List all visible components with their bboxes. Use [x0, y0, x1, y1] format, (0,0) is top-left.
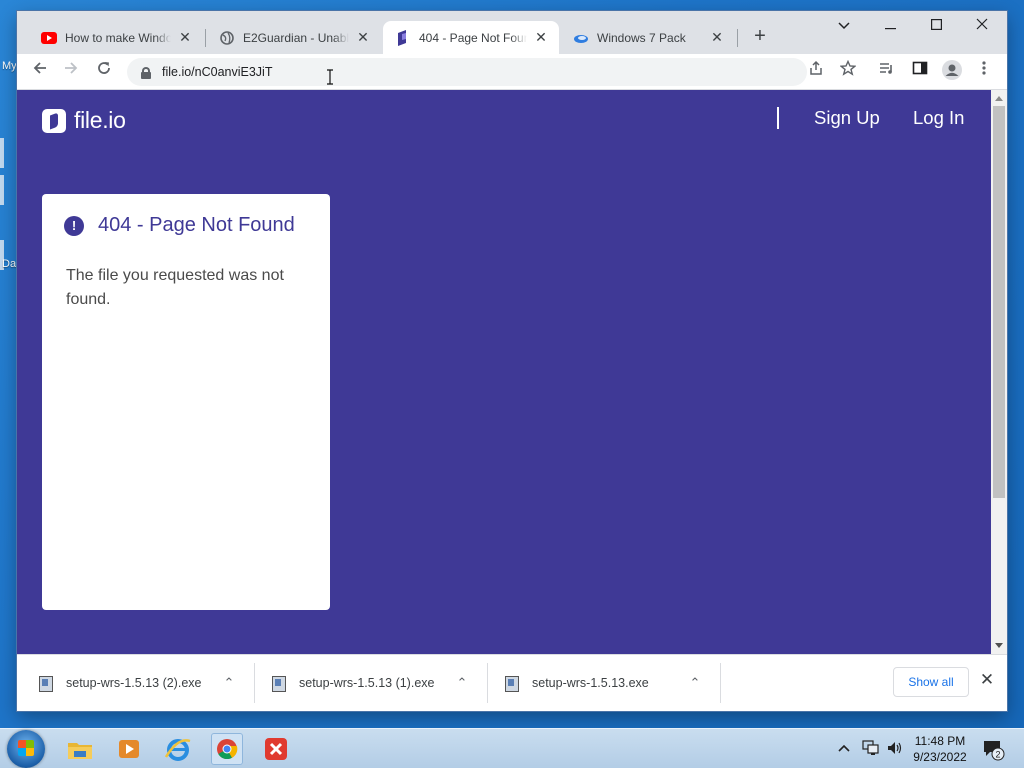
fileio-logo-icon [42, 108, 66, 133]
close-icon[interactable]: ✕ [177, 29, 193, 46]
close-icon[interactable]: ✕ [709, 29, 725, 46]
lock-icon[interactable] [141, 66, 151, 79]
tab-search-button[interactable] [821, 13, 867, 43]
menu-kebab-icon[interactable] [972, 60, 996, 84]
bookmark-star-icon[interactable] [836, 59, 860, 84]
minimize-button[interactable] [867, 13, 913, 43]
download-item[interactable]: setup-wrs-1.5.13 (2).exe ⌃ [17, 663, 250, 703]
tab-divider [737, 29, 738, 47]
close-window-button[interactable] [959, 13, 1005, 43]
tab-e2guardian[interactable]: E2Guardian - Unable ✕ [207, 21, 381, 54]
show-all-downloads-button[interactable]: Show all [893, 667, 969, 697]
scroll-down-arrow-icon[interactable] [995, 643, 1003, 648]
share-icon[interactable] [804, 60, 828, 84]
fileio-icon [395, 29, 411, 46]
red-x-app-icon[interactable] [260, 733, 292, 765]
internet-explorer-icon[interactable] [162, 733, 194, 765]
desktop-icon[interactable] [0, 138, 4, 168]
installer-file-icon [37, 675, 54, 692]
back-button[interactable] [28, 60, 52, 84]
tab-youtube[interactable]: How to make Windows ✕ [29, 21, 203, 54]
start-button[interactable] [7, 730, 45, 768]
show-hidden-icons-chevron-icon[interactable] [838, 741, 854, 768]
maximize-button[interactable] [913, 13, 959, 43]
log-in-link[interactable]: Log In [913, 107, 964, 129]
address-bar[interactable]: file.io/nC0anviE3JiT [127, 58, 807, 86]
installer-file-icon [503, 675, 520, 692]
chevron-up-icon[interactable]: ⌃ [218, 675, 240, 691]
tab-strip: How to make Windows ✕ E2Guardian - Unabl… [17, 11, 1007, 54]
close-icon[interactable]: ✕ [355, 29, 371, 46]
media-control-icon[interactable] [874, 60, 898, 84]
chevron-up-icon[interactable]: ⌃ [451, 675, 473, 691]
download-item[interactable]: setup-wrs-1.5.13 (1).exe ⌃ [250, 663, 483, 703]
profile-avatar-icon[interactable] [940, 60, 964, 84]
logo-text: file.io [74, 107, 126, 133]
scroll-up-arrow-icon[interactable] [995, 96, 1003, 101]
download-filename: setup-wrs-1.5.13 (2).exe [66, 676, 202, 690]
installer-file-icon [270, 675, 287, 692]
error-title: 404 - Page Not Found [98, 214, 295, 236]
desktop-icon[interactable] [0, 175, 4, 205]
action-center-icon[interactable]: 2 [982, 739, 1006, 768]
tab-404-page[interactable]: 404 - Page Not Found ✕ [383, 21, 559, 54]
page-content: file.io Sign Up Log In ! 404 - Page Not … [17, 90, 991, 654]
nav-divider [777, 107, 779, 129]
close-download-bar-icon[interactable]: ✕ [978, 670, 996, 694]
desktop-icon-label[interactable]: My [2, 60, 17, 72]
download-bar: setup-wrs-1.5.13 (2).exe ⌃ setup-wrs-1.5… [17, 654, 1007, 711]
clock-time: 11:48 PM [914, 734, 966, 748]
address-url: file.io/nC0anviE3JiT [162, 65, 273, 79]
chrome-icon[interactable] [211, 733, 243, 765]
forward-button[interactable] [59, 60, 83, 84]
tab-windows7-pack[interactable]: Windows 7 Pack ✕ [561, 21, 735, 54]
reload-button[interactable] [92, 60, 116, 84]
volume-icon[interactable] [886, 740, 904, 768]
download-item[interactable]: setup-wrs-1.5.13.exe ⌃ [483, 663, 716, 703]
download-filename: setup-wrs-1.5.13 (1).exe [299, 676, 435, 690]
browser-window: How to make Windows ✕ E2Guardian - Unabl… [17, 11, 1007, 711]
alert-circle-icon: ! [64, 215, 84, 236]
error-card-header: ! 404 - Page Not Found [64, 214, 295, 237]
sign-up-link[interactable]: Sign Up [814, 107, 880, 129]
taskbar: 11:48 PM 9/23/2022 2 [0, 728, 1024, 768]
youtube-icon [41, 30, 57, 46]
tab-title: E2Guardian - Unable [243, 30, 349, 45]
download-filename: setup-wrs-1.5.13.exe [532, 676, 649, 690]
close-icon[interactable]: ✕ [533, 29, 549, 46]
tab-title: 404 - Page Not Found [419, 30, 527, 45]
tab-title: Windows 7 Pack [597, 30, 686, 45]
tab-title: How to make Windows [65, 30, 171, 45]
page-scrollbar[interactable] [991, 90, 1007, 654]
network-icon[interactable] [862, 740, 880, 768]
cloud-icon [573, 30, 589, 46]
site-logo[interactable]: file.io [42, 107, 126, 134]
globe-icon [219, 30, 235, 46]
scroll-thumb[interactable] [993, 106, 1005, 498]
side-panel-icon[interactable] [908, 60, 932, 84]
media-player-icon[interactable] [113, 733, 145, 765]
error-card: ! 404 - Page Not Found The file you requ… [42, 194, 330, 610]
text-cursor-icon [327, 69, 333, 85]
error-message: The file you requested was not found. [66, 267, 284, 308]
system-clock[interactable]: 11:48 PM 9/23/2022 [905, 733, 975, 765]
clock-date: 9/23/2022 [913, 750, 967, 764]
tab-divider [205, 29, 206, 47]
file-explorer-icon[interactable] [64, 733, 96, 765]
browser-toolbar: file.io/nC0anviE3JiT [17, 54, 1007, 90]
desktop-icon-label[interactable]: Da [2, 258, 16, 270]
new-tab-button[interactable]: + [748, 24, 772, 48]
notification-count: 2 [995, 750, 1000, 760]
chevron-up-icon[interactable]: ⌃ [684, 675, 706, 691]
download-divider [720, 663, 721, 703]
